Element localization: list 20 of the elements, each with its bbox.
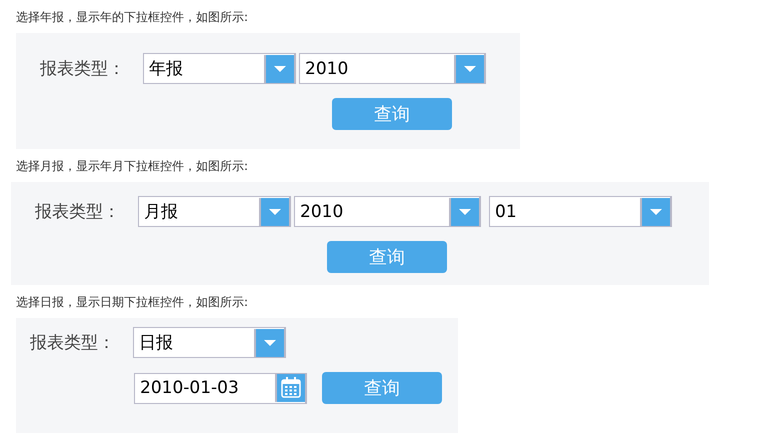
dropdown-arrow-icon[interactable] — [640, 198, 670, 226]
dropdown[interactable]: 月报 — [138, 196, 291, 227]
dropdown-arrow-icon[interactable] — [454, 54, 484, 82]
dropdown[interactable]: 年报 — [143, 53, 296, 84]
field-label: 报表类型： — [35, 200, 121, 222]
dropdown[interactable]: 2010 — [294, 196, 481, 227]
dropdown[interactable]: 日报 — [133, 327, 286, 358]
dropdown[interactable]: 2010 — [299, 53, 486, 84]
dropdown[interactable]: 01 — [489, 196, 672, 227]
field-label: 报表类型： — [40, 58, 126, 80]
caption-text: 选择月报，显示年月下拉框控件，如图所示: — [15, 158, 250, 175]
dropdown-arrow-icon[interactable] — [449, 198, 479, 226]
caption-text: 选择日报，显示日期下拉框控件，如图所示: — [15, 294, 250, 311]
caption-text: 选择年报，显示年的下拉框控件，如图所示: — [15, 9, 250, 26]
dropdown-arrow-icon[interactable] — [254, 328, 284, 356]
calendar-icon[interactable] — [275, 374, 305, 402]
dropdown-arrow-icon[interactable] — [259, 198, 289, 226]
field-label: 报表类型： — [30, 332, 116, 354]
dropdown-arrow-icon[interactable] — [264, 54, 294, 82]
date-field[interactable]: 2010-01-03 — [134, 372, 307, 404]
